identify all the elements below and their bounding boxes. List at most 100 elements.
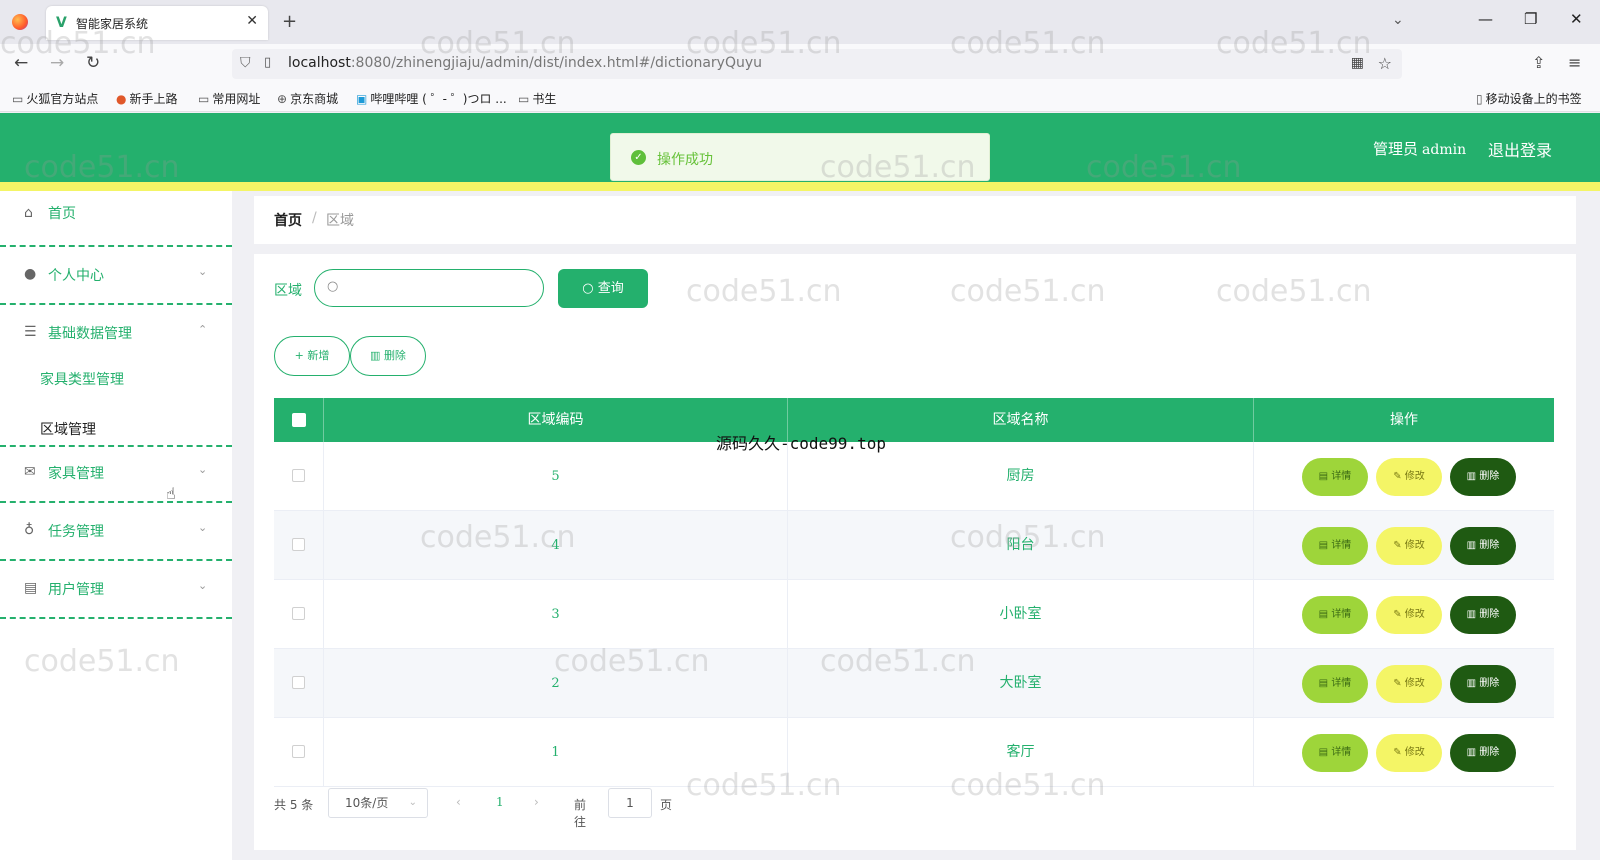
page-number[interactable]: 1 — [496, 795, 504, 809]
bookmark-item[interactable]: ⊕ 京东商城 — [277, 90, 338, 107]
delete-button[interactable]: ▥ 删除 — [1450, 596, 1516, 634]
user-icon: ● — [24, 266, 37, 282]
browser-tab-bar: V 智能家居系统 ✕ + ⌄ — ❐ ✕ — [0, 0, 1600, 44]
edit-button[interactable]: ✎ 修改 — [1376, 527, 1442, 565]
row-checkbox[interactable] — [292, 469, 305, 482]
edit-button[interactable]: ✎ 修改 — [1376, 458, 1442, 496]
chevron-up-icon: ⌃ — [198, 323, 208, 336]
sidebar-item-personal-center[interactable]: ● 个人中心 ⌄ — [0, 249, 232, 305]
search-input[interactable] — [345, 279, 525, 294]
bookmark-item[interactable]: ▣ 哔哩哔哩 ( ゜- ゜)つロ ... — [356, 90, 507, 107]
search-input-wrap[interactable]: ○ — [314, 269, 544, 307]
table-row: 2 大卧室 ▤ 详情 ✎ 修改 ▥ 删除 — [274, 649, 1554, 718]
bookmark-star-icon[interactable]: ☆ — [1378, 54, 1392, 73]
sidebar-subitem-region[interactable]: 区域管理 — [40, 419, 96, 439]
sidebar-item-furniture[interactable]: ✉ 家具管理 ⌄ — [0, 447, 232, 503]
breadcrumb-current: 区域 — [326, 213, 354, 229]
prev-page-icon[interactable]: ‹ — [456, 795, 461, 809]
trash-icon: ▥ — [1466, 747, 1480, 758]
trash-icon: ▥ — [1466, 609, 1480, 620]
bilibili-icon: ▣ — [356, 92, 368, 106]
header-user: 管理员 admin — [1373, 140, 1467, 158]
search-button[interactable]: ○ 查询 — [558, 269, 648, 308]
table-row: 1 客厅 ▤ 详情 ✎ 修改 ▥ 删除 — [274, 718, 1554, 787]
region-code: 3 — [324, 580, 788, 649]
edit-button[interactable]: ✎ 修改 — [1376, 665, 1442, 703]
select-cell — [274, 511, 324, 580]
detail-button[interactable]: ▤ 详情 — [1302, 665, 1368, 703]
next-page-icon[interactable]: › — [534, 795, 539, 809]
overlay-caption: 源码久久-code99.top — [716, 434, 886, 453]
sidebar-item-tasks[interactable]: ♁ 任务管理 ⌄ — [0, 505, 232, 561]
add-button[interactable]: + 新增 — [274, 336, 350, 376]
mic-icon: ♁ — [24, 522, 35, 538]
sidebar-item-users[interactable]: ▤ 用户管理 ⌄ — [0, 563, 232, 619]
qr-code-icon[interactable]: ▦ — [1351, 55, 1364, 71]
sidebar-item-basic-data[interactable]: ☰ 基础数据管理 ⌃ — [0, 307, 232, 363]
restore-icon[interactable]: ❐ — [1524, 10, 1537, 28]
globe-icon: ⊕ — [277, 92, 288, 106]
select-cell — [274, 649, 324, 718]
list-tabs-icon[interactable]: ⌄ — [1392, 12, 1404, 28]
mobile-bookmarks[interactable]: ▯ 移动设备上的书签 — [1476, 90, 1582, 107]
detail-button[interactable]: ▤ 详情 — [1302, 458, 1368, 496]
delete-button[interactable]: ▥ 删除 — [1450, 527, 1516, 565]
trash-icon: ▥ — [1466, 540, 1480, 551]
page-size-select[interactable]: 10条/页 ⌄ — [328, 788, 428, 818]
extensions-icon[interactable]: ⇪ — [1532, 53, 1545, 72]
select-cell — [274, 580, 324, 649]
menu-icon[interactable]: ≡ — [1568, 53, 1581, 72]
sidebar-item-home[interactable]: ⌂ 首页 — [0, 191, 232, 247]
edit-button[interactable]: ✎ 修改 — [1376, 734, 1442, 772]
new-tab-button[interactable]: + — [282, 11, 297, 32]
goto-page-input[interactable]: 1 — [608, 788, 652, 818]
logout-button[interactable]: 退出登录 — [1488, 137, 1552, 161]
row-checkbox[interactable] — [292, 745, 305, 758]
url-text[interactable]: localhost:8080/zhinengjiaju/admin/dist/i… — [288, 55, 762, 71]
bookmark-item[interactable]: ▭ 常用网址 — [198, 90, 260, 107]
row-checkbox[interactable] — [292, 607, 305, 620]
header-select-cell — [274, 398, 324, 442]
bookmark-item[interactable]: ▭ 火狐官方站点 — [12, 90, 98, 107]
column-header: 操作 — [1390, 412, 1418, 428]
close-tab-icon[interactable]: ✕ — [246, 13, 258, 29]
batch-delete-button[interactable]: ▥ 删除 — [350, 336, 426, 376]
browser-tab[interactable]: V 智能家居系统 ✕ — [46, 6, 268, 40]
bookmark-item[interactable]: ▭ 书生 — [518, 90, 556, 107]
breadcrumb-home[interactable]: 首页 — [274, 210, 302, 230]
window-close-icon[interactable]: ✕ — [1570, 10, 1583, 28]
card-icon: ▤ — [24, 580, 38, 596]
main-content: 区域 ○ ○ 查询 + 新增 ▥ 删除 区域编码 区域名称 操作 5 厨房 ▤ … — [254, 254, 1576, 850]
doc-icon: ▤ — [1318, 609, 1332, 620]
breadcrumb-separator: / — [312, 210, 317, 226]
delete-button[interactable]: ▥ 删除 — [1450, 665, 1516, 703]
detail-button[interactable]: ▤ 详情 — [1302, 527, 1368, 565]
bookmark-item[interactable]: ● 新手上路 — [116, 90, 178, 107]
pencil-icon: ✎ — [1393, 540, 1405, 551]
region-name: 大卧室 — [788, 649, 1254, 718]
chevron-down-icon: ⌄ — [198, 265, 208, 278]
delete-button[interactable]: ▥ 删除 — [1450, 734, 1516, 772]
select-all-checkbox[interactable] — [292, 413, 306, 427]
doc-icon: ▤ — [1318, 471, 1332, 482]
detail-button[interactable]: ▤ 详情 — [1302, 734, 1368, 772]
region-code: 1 — [324, 718, 788, 787]
page-unit-label: 页 — [660, 798, 673, 812]
detail-button[interactable]: ▤ 详情 — [1302, 596, 1368, 634]
row-checkbox[interactable] — [292, 538, 305, 551]
row-checkbox[interactable] — [292, 676, 305, 689]
minimize-icon[interactable]: — — [1478, 10, 1493, 28]
back-icon[interactable]: ← — [14, 53, 28, 73]
sliders-icon: ☰ — [24, 324, 37, 340]
doc-icon: ▤ — [1318, 678, 1332, 689]
browser-nav-bar: ← → ↻ ⛉ ▯ localhost:8080/zhinengjiaju/ad… — [0, 44, 1600, 84]
address-bar[interactable]: ⛉ ▯ localhost:8080/zhinengjiaju/admin/di… — [232, 49, 1402, 79]
reload-icon[interactable]: ↻ — [86, 53, 100, 73]
delete-button[interactable]: ▥ 删除 — [1450, 458, 1516, 496]
edit-button[interactable]: ✎ 修改 — [1376, 596, 1442, 634]
sidebar-subitem-furniture-type[interactable]: 家具类型管理 — [40, 369, 124, 389]
chevron-down-icon: ⌄ — [198, 463, 208, 476]
search-icon: ○ — [582, 281, 598, 296]
pagination-total: 共 5 条 — [274, 798, 314, 812]
forward-icon[interactable]: → — [50, 53, 64, 73]
